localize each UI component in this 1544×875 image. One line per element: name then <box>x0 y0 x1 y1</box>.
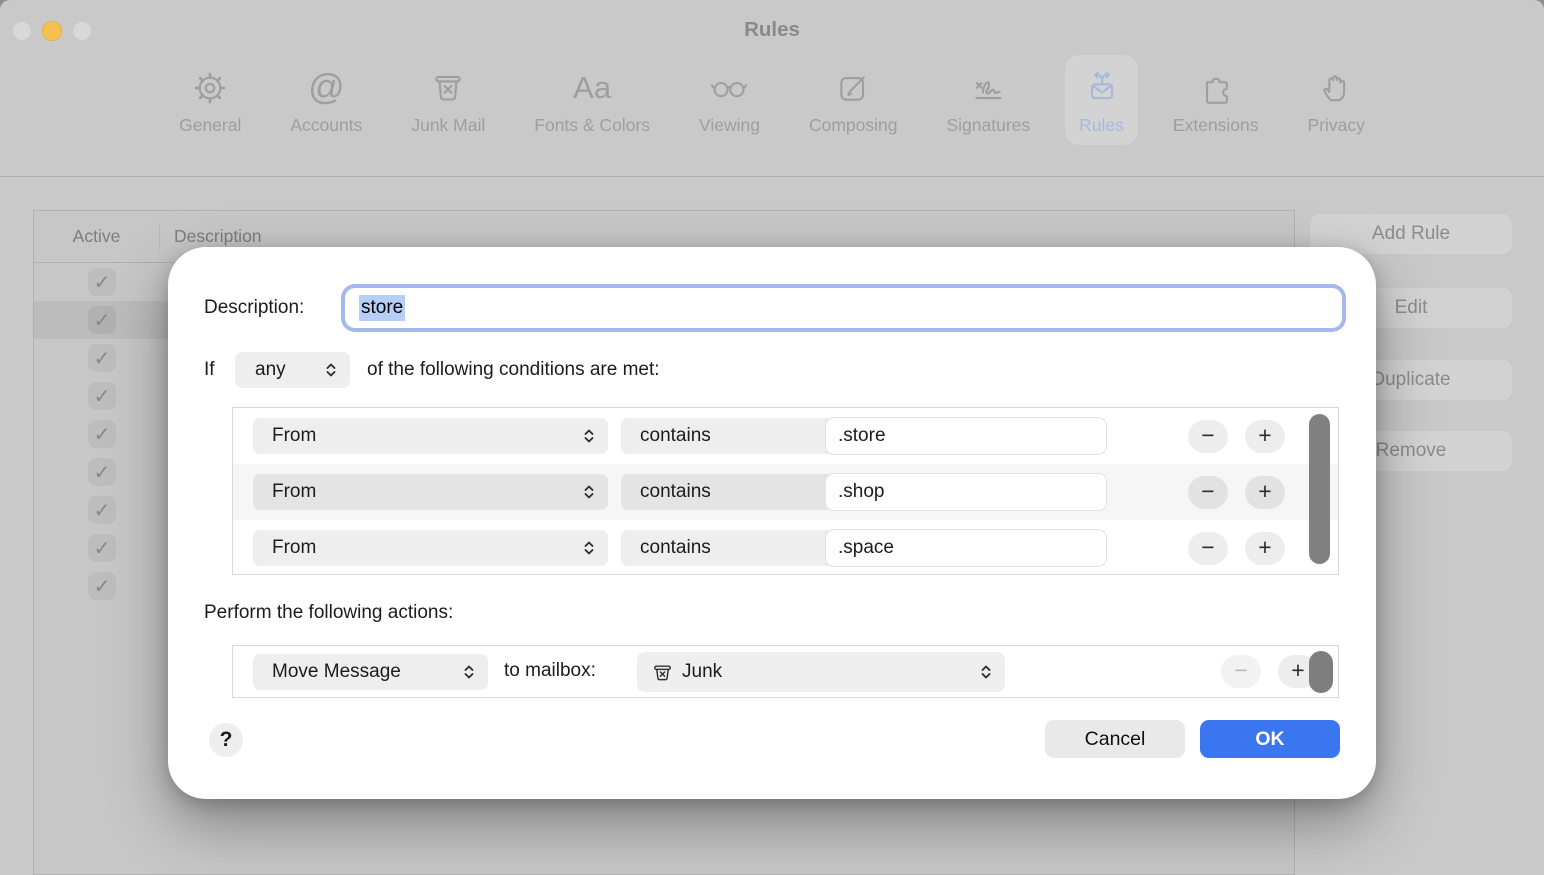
tab-label: Rules <box>1079 115 1124 136</box>
add-condition-button[interactable]: + <box>1245 476 1285 509</box>
remove-condition-button[interactable]: − <box>1188 420 1228 453</box>
tab-label: Signatures <box>947 115 1031 136</box>
junk-bin-icon <box>429 62 467 112</box>
tab-composing[interactable]: Composing <box>795 55 912 145</box>
glasses-icon <box>710 62 748 112</box>
add-condition-button[interactable]: + <box>1245 420 1285 453</box>
active-checkbox[interactable]: ✓ <box>88 420 116 448</box>
if-label: If <box>204 359 215 381</box>
up-down-chevron-icon <box>583 539 595 557</box>
tab-label: Fonts & Colors <box>534 115 650 136</box>
fonts-icon: Aa <box>573 62 611 112</box>
actions-label: Perform the following actions: <box>204 602 453 624</box>
condition-row: From contains − + <box>233 464 1338 520</box>
mailbox-popup[interactable]: Junk <box>637 652 1005 692</box>
tab-general[interactable]: General <box>165 55 255 145</box>
active-checkbox[interactable]: ✓ <box>88 458 116 486</box>
description-input[interactable]: store <box>345 288 1342 328</box>
tab-accounts[interactable]: @ Accounts <box>276 55 376 145</box>
gear-icon <box>191 62 229 112</box>
action-verb-popup[interactable]: Move Message <box>253 654 488 690</box>
add-condition-button[interactable]: + <box>1245 532 1285 565</box>
conditions-list: From contains − + From contains <box>232 407 1339 575</box>
description-label: Description: <box>204 297 304 319</box>
tab-label: Extensions <box>1173 115 1259 136</box>
junk-bin-icon <box>652 662 673 683</box>
actions-list: Move Message to mailbox: Junk − + <box>232 645 1339 698</box>
tab-label: Composing <box>809 115 898 136</box>
active-checkbox[interactable]: ✓ <box>88 534 116 562</box>
condition-value-input[interactable] <box>825 529 1107 567</box>
condition-field-popup[interactable]: From <box>253 474 608 510</box>
popup-value: From <box>272 425 316 447</box>
tab-privacy[interactable]: Privacy <box>1294 55 1379 145</box>
column-divider <box>159 224 160 250</box>
selected-text: store <box>359 295 405 321</box>
popup-value: contains <box>640 425 711 447</box>
popup-value: Junk <box>682 661 722 683</box>
rule-editor-sheet: Description: store If any of the followi… <box>168 247 1376 799</box>
remove-condition-button[interactable]: − <box>1188 532 1228 565</box>
column-header-active[interactable]: Active <box>34 226 159 247</box>
at-icon: @ <box>308 62 345 112</box>
remove-condition-button[interactable]: − <box>1188 476 1228 509</box>
active-checkbox[interactable]: ✓ <box>88 306 116 334</box>
tab-fonts-colors[interactable]: Aa Fonts & Colors <box>520 55 664 145</box>
tab-label: Accounts <box>290 115 362 136</box>
scrollbar-thumb[interactable] <box>1309 414 1330 564</box>
to-mailbox-label: to mailbox: <box>504 660 596 682</box>
popup-value: contains <box>640 481 711 503</box>
tab-viewing[interactable]: Viewing <box>685 55 774 145</box>
condition-value-input[interactable] <box>825 473 1107 511</box>
tab-extensions[interactable]: Extensions <box>1159 55 1273 145</box>
tab-label: General <box>179 115 241 136</box>
tab-label: Junk Mail <box>411 115 485 136</box>
puzzle-icon <box>1197 62 1235 112</box>
ok-button[interactable]: OK <box>1200 720 1340 758</box>
hand-icon <box>1317 62 1355 112</box>
match-mode-popup[interactable]: any <box>235 352 350 388</box>
condition-value-input[interactable] <box>825 417 1107 455</box>
up-down-chevron-icon <box>325 361 337 379</box>
tab-label: Privacy <box>1308 115 1365 136</box>
tab-junk-mail[interactable]: Junk Mail <box>397 55 499 145</box>
condition-row: From contains − + <box>233 520 1338 576</box>
condition-field-popup[interactable]: From <box>253 530 608 566</box>
active-checkbox[interactable]: ✓ <box>88 496 116 524</box>
popup-value: From <box>272 537 316 559</box>
tab-signatures[interactable]: Signatures <box>933 55 1045 145</box>
up-down-chevron-icon <box>463 663 475 681</box>
compose-icon <box>834 62 872 112</box>
window-title: Rules <box>0 18 1544 42</box>
conditions-suffix-label: of the following conditions are met: <box>367 359 660 381</box>
condition-field-popup[interactable]: From <box>253 418 608 454</box>
active-checkbox[interactable]: ✓ <box>88 344 116 372</box>
up-down-chevron-icon <box>583 427 595 445</box>
remove-action-button[interactable]: − <box>1221 655 1261 688</box>
rules-envelope-icon <box>1083 62 1121 112</box>
signature-icon <box>969 62 1007 112</box>
preferences-toolbar: General @ Accounts Junk Mail Aa Fonts & … <box>0 52 1544 177</box>
mail-preferences-window: Rules General @ Accounts <box>0 0 1544 875</box>
up-down-chevron-icon <box>583 483 595 501</box>
tab-label: Viewing <box>699 115 760 136</box>
help-button[interactable]: ? <box>209 723 243 757</box>
tab-rules[interactable]: Rules <box>1065 55 1138 145</box>
cancel-button[interactable]: Cancel <box>1045 720 1185 758</box>
active-checkbox[interactable]: ✓ <box>88 382 116 410</box>
condition-row: From contains − + <box>233 408 1338 464</box>
popup-value: Move Message <box>272 661 401 683</box>
column-header-description[interactable]: Description <box>174 226 262 247</box>
up-down-chevron-icon <box>980 663 992 681</box>
scrollbar-thumb[interactable] <box>1309 651 1333 693</box>
popup-value: From <box>272 481 316 503</box>
popup-value: any <box>255 359 286 381</box>
active-checkbox[interactable]: ✓ <box>88 572 116 600</box>
popup-value: contains <box>640 537 711 559</box>
active-checkbox[interactable]: ✓ <box>88 268 116 296</box>
